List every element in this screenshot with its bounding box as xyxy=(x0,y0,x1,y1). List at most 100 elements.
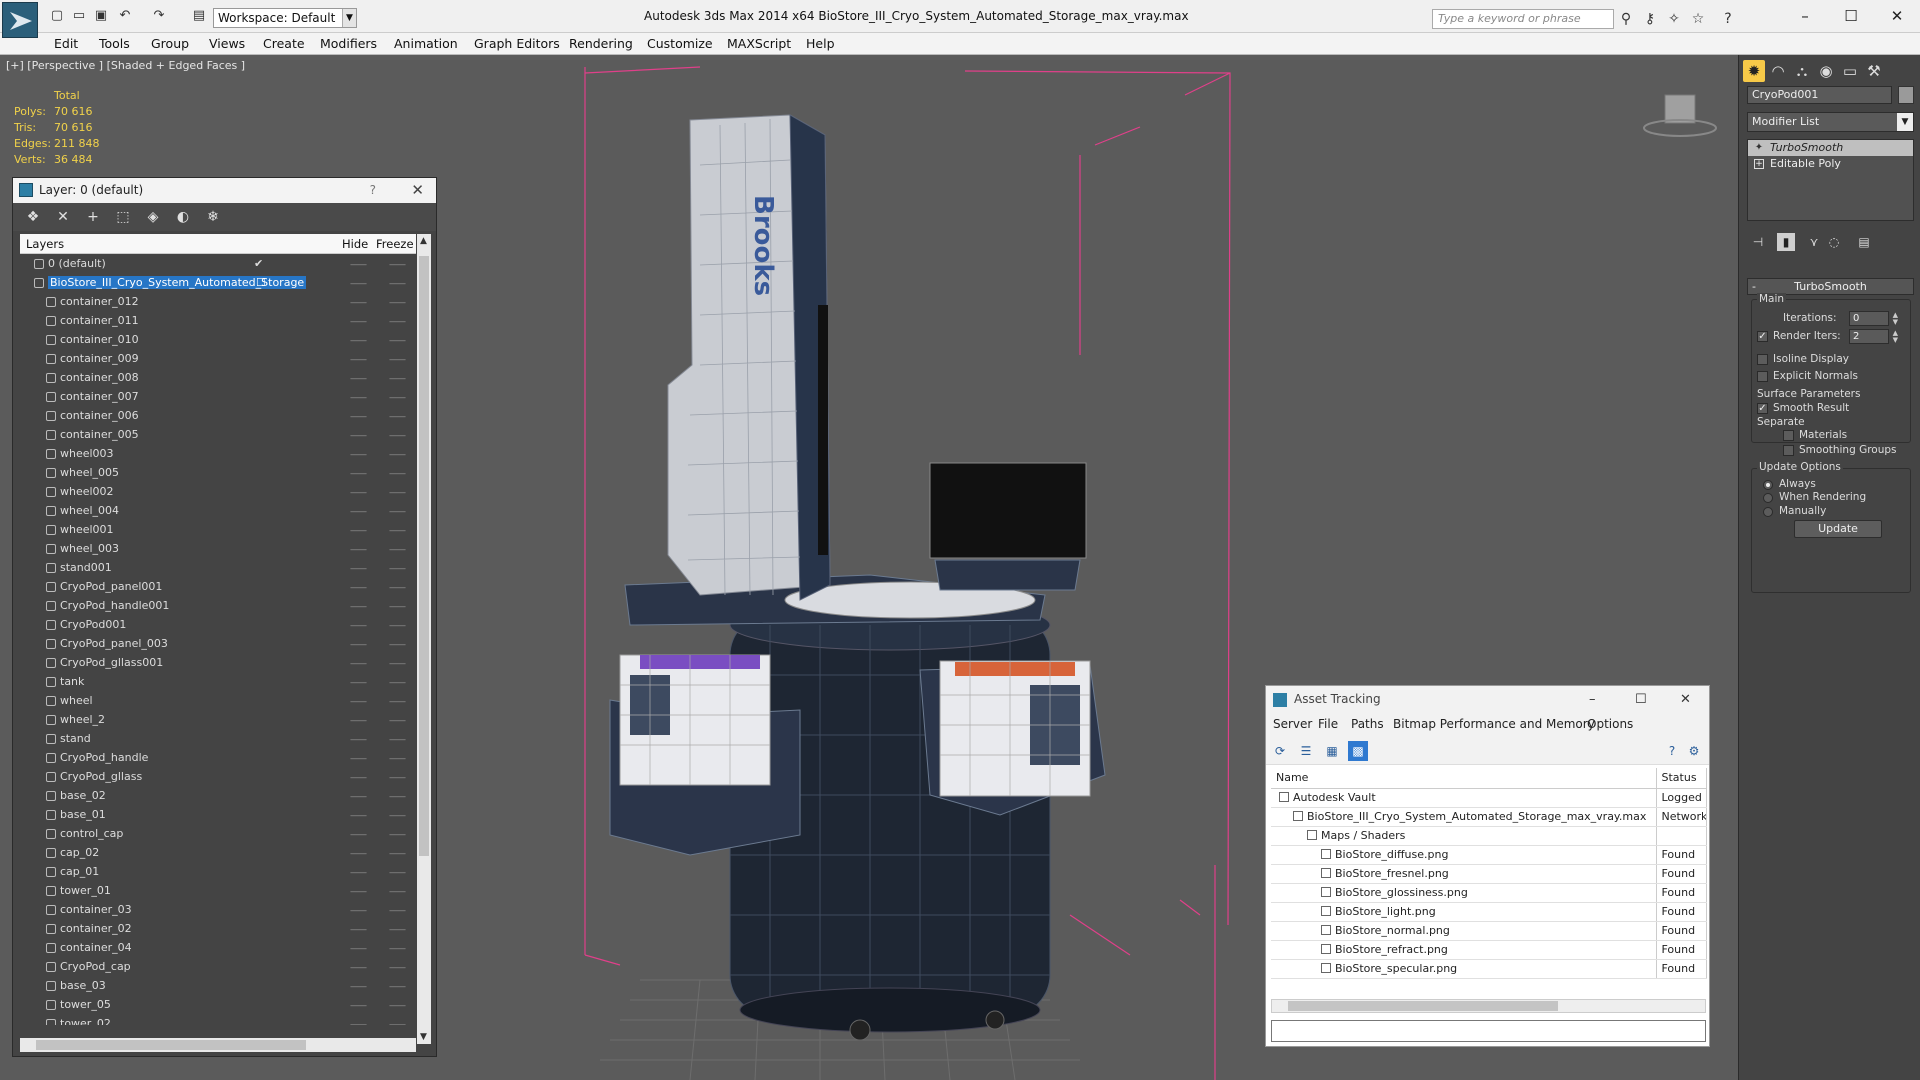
layer-row[interactable]: CryoPod_handle —— —— xyxy=(20,749,416,768)
update-when-rendering-radio[interactable] xyxy=(1763,493,1773,503)
layer-vertical-scrollbar[interactable]: ▲ ▼ xyxy=(417,234,431,1044)
freeze-toggle[interactable]: —— xyxy=(389,678,406,688)
layer-row[interactable]: container_007 —— —— xyxy=(20,388,416,407)
hide-toggle[interactable]: —— xyxy=(350,792,367,802)
modify-tab-icon[interactable]: ◠ xyxy=(1767,60,1789,82)
layer-row[interactable]: container_03 —— —— xyxy=(20,901,416,920)
smooth-result-checkbox[interactable]: ✓ xyxy=(1757,403,1768,414)
layer-row[interactable]: tower_02 —— —— xyxy=(20,1015,416,1025)
hierarchy-tab-icon[interactable]: ⛬ xyxy=(1791,60,1813,82)
set-current-layer-icon[interactable]: ☐ xyxy=(254,276,268,289)
hide-toggle[interactable]: —— xyxy=(350,906,367,916)
display-tab-icon[interactable]: ▭ xyxy=(1839,60,1861,82)
freeze-toggle[interactable]: —— xyxy=(389,298,406,308)
highlight-layer-icon[interactable]: ◈ xyxy=(143,208,163,226)
layer-row[interactable]: BioStore_III_Cryo_System_Automated_Stora… xyxy=(20,274,416,293)
freeze-toggle[interactable]: —— xyxy=(389,773,406,783)
help-icon[interactable]: ? xyxy=(1718,9,1738,29)
layer-row[interactable]: CryoPod_panel_003 —— —— xyxy=(20,635,416,654)
motion-tab-icon[interactable]: ◉ xyxy=(1815,60,1837,82)
hide-toggle[interactable]: —— xyxy=(350,982,367,992)
freeze-toggle[interactable]: —— xyxy=(389,260,406,270)
hide-toggle[interactable]: —— xyxy=(350,507,367,517)
layer-row[interactable]: wheel_003 —— —— xyxy=(20,540,416,559)
hide-toggle[interactable]: —— xyxy=(350,412,367,422)
hide-toggle[interactable]: —— xyxy=(350,298,367,308)
update-manually-radio[interactable] xyxy=(1763,507,1773,517)
app-logo-icon[interactable] xyxy=(2,2,38,38)
object-name-field[interactable]: CryoPod001 xyxy=(1747,86,1892,104)
table-view-icon[interactable]: ▩ xyxy=(1348,741,1368,761)
menu-rendering[interactable]: Rendering xyxy=(569,36,633,51)
freeze-toggle[interactable]: —— xyxy=(389,564,406,574)
make-unique-icon[interactable]: ⋎ xyxy=(1805,233,1823,251)
object-color-swatch[interactable] xyxy=(1898,86,1914,104)
create-layer-icon[interactable]: ❖ xyxy=(23,208,43,226)
utilities-tab-icon[interactable]: ⚒ xyxy=(1863,60,1885,82)
freeze-toggle[interactable]: —— xyxy=(389,545,406,555)
layer-row[interactable]: container_005 —— —— xyxy=(20,426,416,445)
asset-row[interactable]: BioStore_glossiness.png Found xyxy=(1271,883,1707,903)
layer-row[interactable]: container_04 —— —— xyxy=(20,939,416,958)
favorites-star-icon[interactable]: ☆ xyxy=(1688,9,1708,29)
freeze-toggle[interactable]: —— xyxy=(389,849,406,859)
create-tab-icon[interactable]: ✹ xyxy=(1743,60,1765,82)
layer-panel-header[interactable]: Layer: 0 (default) ? ✕ xyxy=(13,178,436,203)
delete-layer-icon[interactable]: ✕ xyxy=(53,208,73,226)
hide-toggle[interactable]: —— xyxy=(350,830,367,840)
asset-row[interactable]: BioStore_light.png Found xyxy=(1271,902,1707,922)
layer-row[interactable]: stand —— —— xyxy=(20,730,416,749)
hide-toggle[interactable]: —— xyxy=(350,1020,367,1025)
open-file-icon[interactable]: ▭ xyxy=(70,7,88,25)
layer-row[interactable]: CryoPod_gllass001 —— —— xyxy=(20,654,416,673)
freeze-toggle[interactable]: —— xyxy=(389,583,406,593)
freeze-toggle[interactable]: —— xyxy=(389,963,406,973)
minimize-button[interactable]: – xyxy=(1589,686,1596,713)
layer-row[interactable]: container_006 —— —— xyxy=(20,407,416,426)
close-icon[interactable]: ✕ xyxy=(411,178,424,203)
layer-row[interactable]: container_009 —— —— xyxy=(20,350,416,369)
asset-row[interactable]: Maps / Shaders xyxy=(1271,826,1707,846)
hide-toggle[interactable]: —— xyxy=(350,659,367,669)
hide-toggle[interactable]: —— xyxy=(350,621,367,631)
hide-toggle[interactable]: —— xyxy=(350,678,367,688)
stack-item-turbosmooth[interactable]: ✦ TurboSmooth xyxy=(1748,140,1913,156)
freeze-toggle[interactable]: —— xyxy=(389,279,406,289)
layer-row[interactable]: wheel001 —— —— xyxy=(20,521,416,540)
menu-bitmap-performance[interactable]: Bitmap Performance and Memory xyxy=(1393,717,1595,731)
select-objects-icon[interactable]: ⬚ xyxy=(113,208,133,226)
freeze-toggle[interactable]: —— xyxy=(389,716,406,726)
layer-row[interactable]: wheel_005 —— —— xyxy=(20,464,416,483)
layer-horizontal-scrollbar[interactable] xyxy=(20,1038,416,1052)
layer-row[interactable]: CryoPod_handle001 —— —— xyxy=(20,597,416,616)
close-button[interactable]: ✕ xyxy=(1680,686,1691,713)
hide-toggle[interactable]: —— xyxy=(350,488,367,498)
menu-create[interactable]: Create xyxy=(263,36,305,51)
menu-animation[interactable]: Animation xyxy=(394,36,458,51)
layer-row[interactable]: wheel002 —— —— xyxy=(20,483,416,502)
layer-row[interactable]: CryoPod_cap —— —— xyxy=(20,958,416,977)
hide-toggle[interactable]: —— xyxy=(350,279,367,289)
hide-toggle[interactable]: —— xyxy=(350,450,367,460)
freeze-toggle[interactable]: —— xyxy=(389,735,406,745)
freeze-toggle[interactable]: —— xyxy=(389,507,406,517)
layer-row[interactable]: base_01 —— —— xyxy=(20,806,416,825)
column-freeze[interactable]: Freeze xyxy=(376,237,414,251)
layer-row[interactable]: container_010 —— —— xyxy=(20,331,416,350)
minimize-button[interactable]: – xyxy=(1790,6,1820,26)
freeze-toggle[interactable]: —— xyxy=(389,488,406,498)
hide-toggle[interactable]: —— xyxy=(350,640,367,650)
scroll-thumb[interactable] xyxy=(1288,1001,1558,1011)
settings-icon[interactable]: ⚙ xyxy=(1684,741,1704,761)
menu-customize[interactable]: Customize xyxy=(647,36,713,51)
smoothing-groups-checkbox[interactable] xyxy=(1783,445,1794,456)
hide-toggle[interactable]: —— xyxy=(350,545,367,555)
hide-toggle[interactable]: —— xyxy=(350,868,367,878)
configure-sets-icon[interactable]: ▤ xyxy=(1855,233,1873,251)
menu-help[interactable]: Help xyxy=(806,36,835,51)
menu-paths[interactable]: Paths xyxy=(1351,717,1384,731)
project-folder-icon[interactable]: ▤ xyxy=(190,7,208,25)
freeze-toggle[interactable]: —— xyxy=(389,374,406,384)
freeze-toggle[interactable]: —— xyxy=(389,906,406,916)
thumbnail-view-icon[interactable]: ▦ xyxy=(1322,741,1342,761)
